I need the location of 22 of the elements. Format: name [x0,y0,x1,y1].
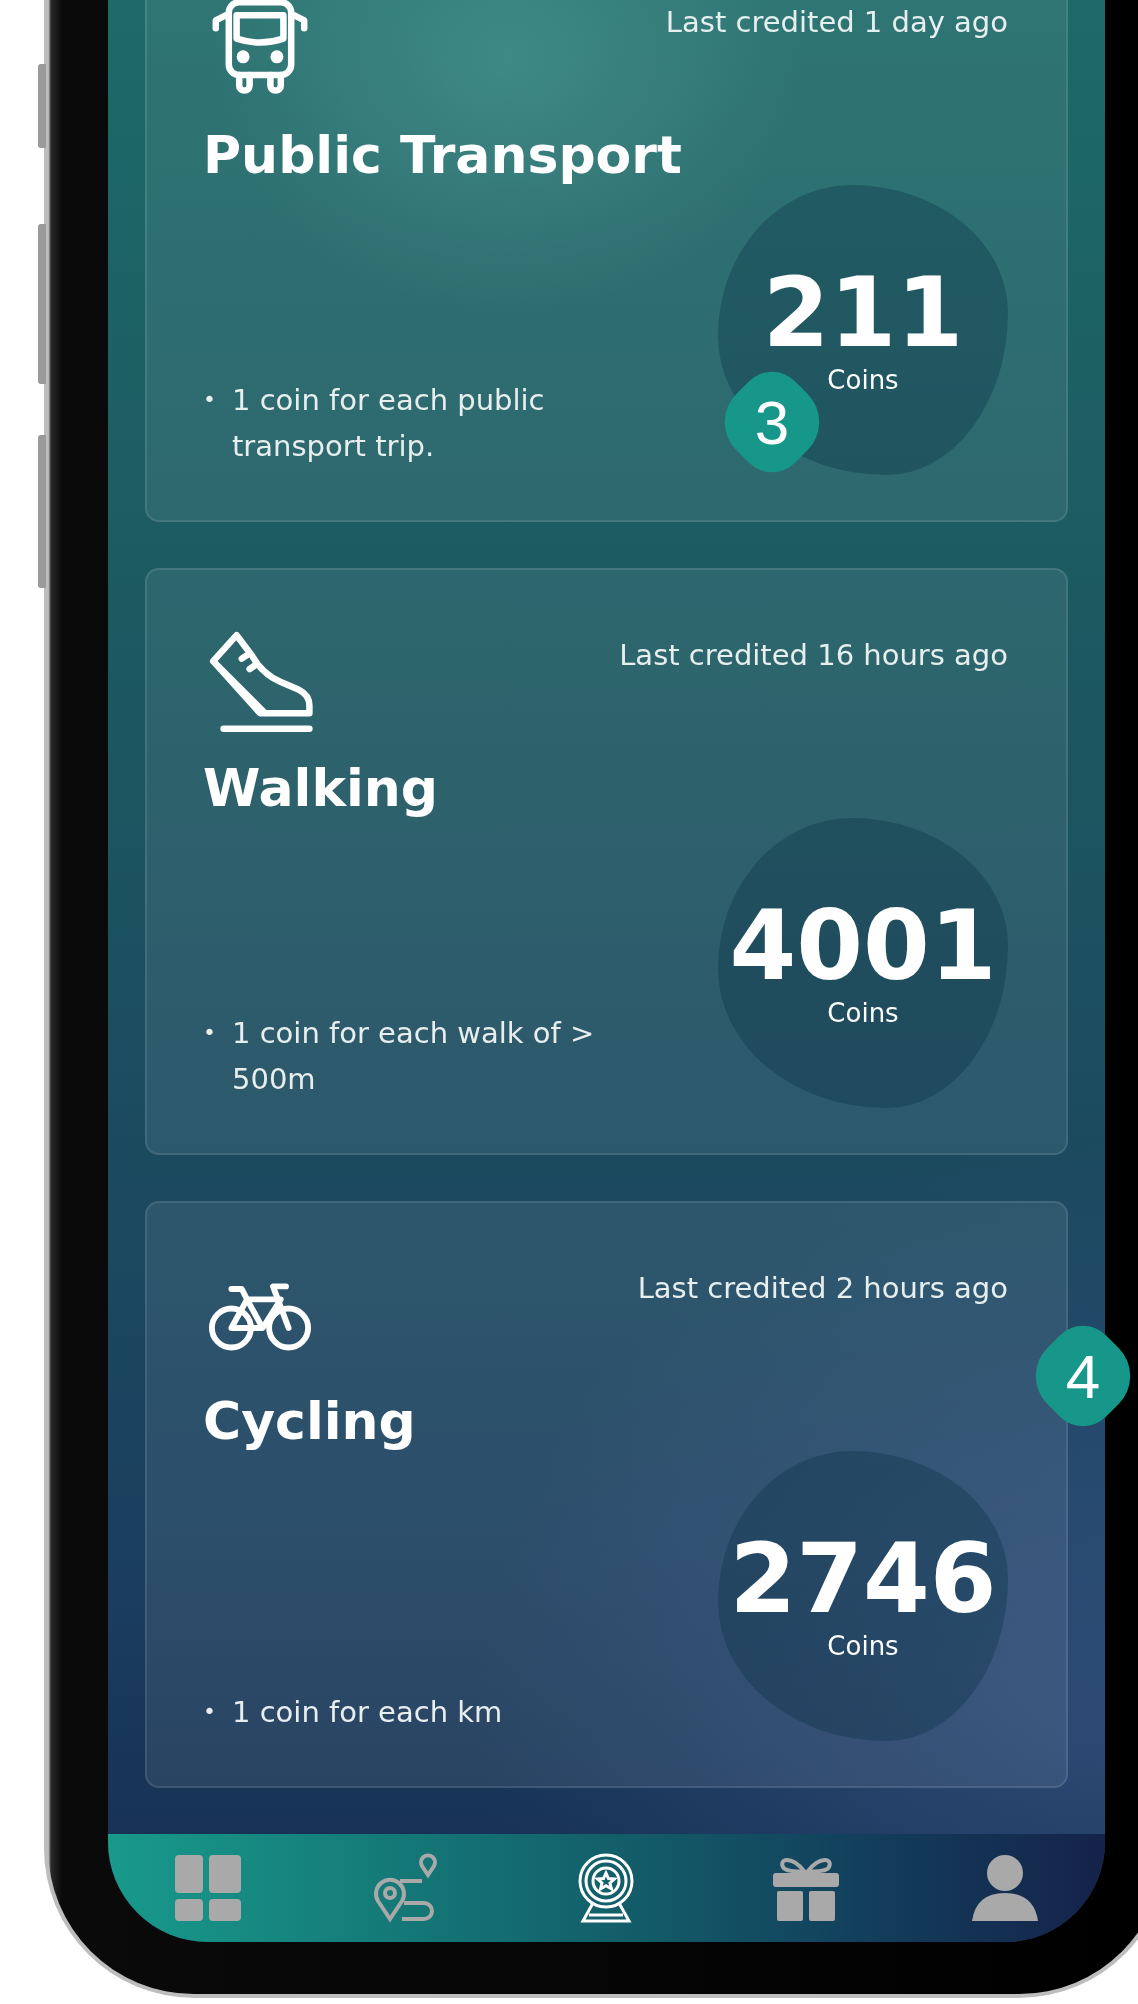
bullet: • [203,386,216,414]
profile-icon [970,1853,1041,1923]
coin-count: 4001 [729,898,997,994]
last-credited-text: Last credited 2 hours ago [637,1271,1008,1305]
coin-count: 2746 [729,1531,997,1627]
bullet: • [203,1698,216,1726]
dashboard-icon [172,1853,243,1923]
card-title: Walking [203,758,440,818]
coin-count: 211 [762,265,964,361]
activity-card[interactable]: Last credited 16 hours ago Walking • 1 coin for each walk of > 500m 4001 Coins [145,568,1068,1155]
bullet: • [203,1019,216,1047]
coin-rule-text: 1 coin for each km [232,1694,503,1731]
coin-rule-text: 1 coin for each public transport trip. [232,382,546,465]
card-title: Public Transport [203,125,683,185]
coin-rule-text: 1 coin for each walk of > 500m [232,1015,596,1098]
coin-unit: Coins [827,998,899,1028]
card-title: Cycling [203,1391,417,1451]
activity-card[interactable]: Last credited 2 hours ago Cycling • 1 coin for each km 2746 Coins [145,1201,1068,1788]
last-credited-text: Last credited 16 hours ago [619,638,1008,672]
coin-unit: Coins [827,1631,899,1661]
last-credited-text: Last credited 1 day ago [665,5,1008,39]
coin-unit: Coins [827,365,899,395]
